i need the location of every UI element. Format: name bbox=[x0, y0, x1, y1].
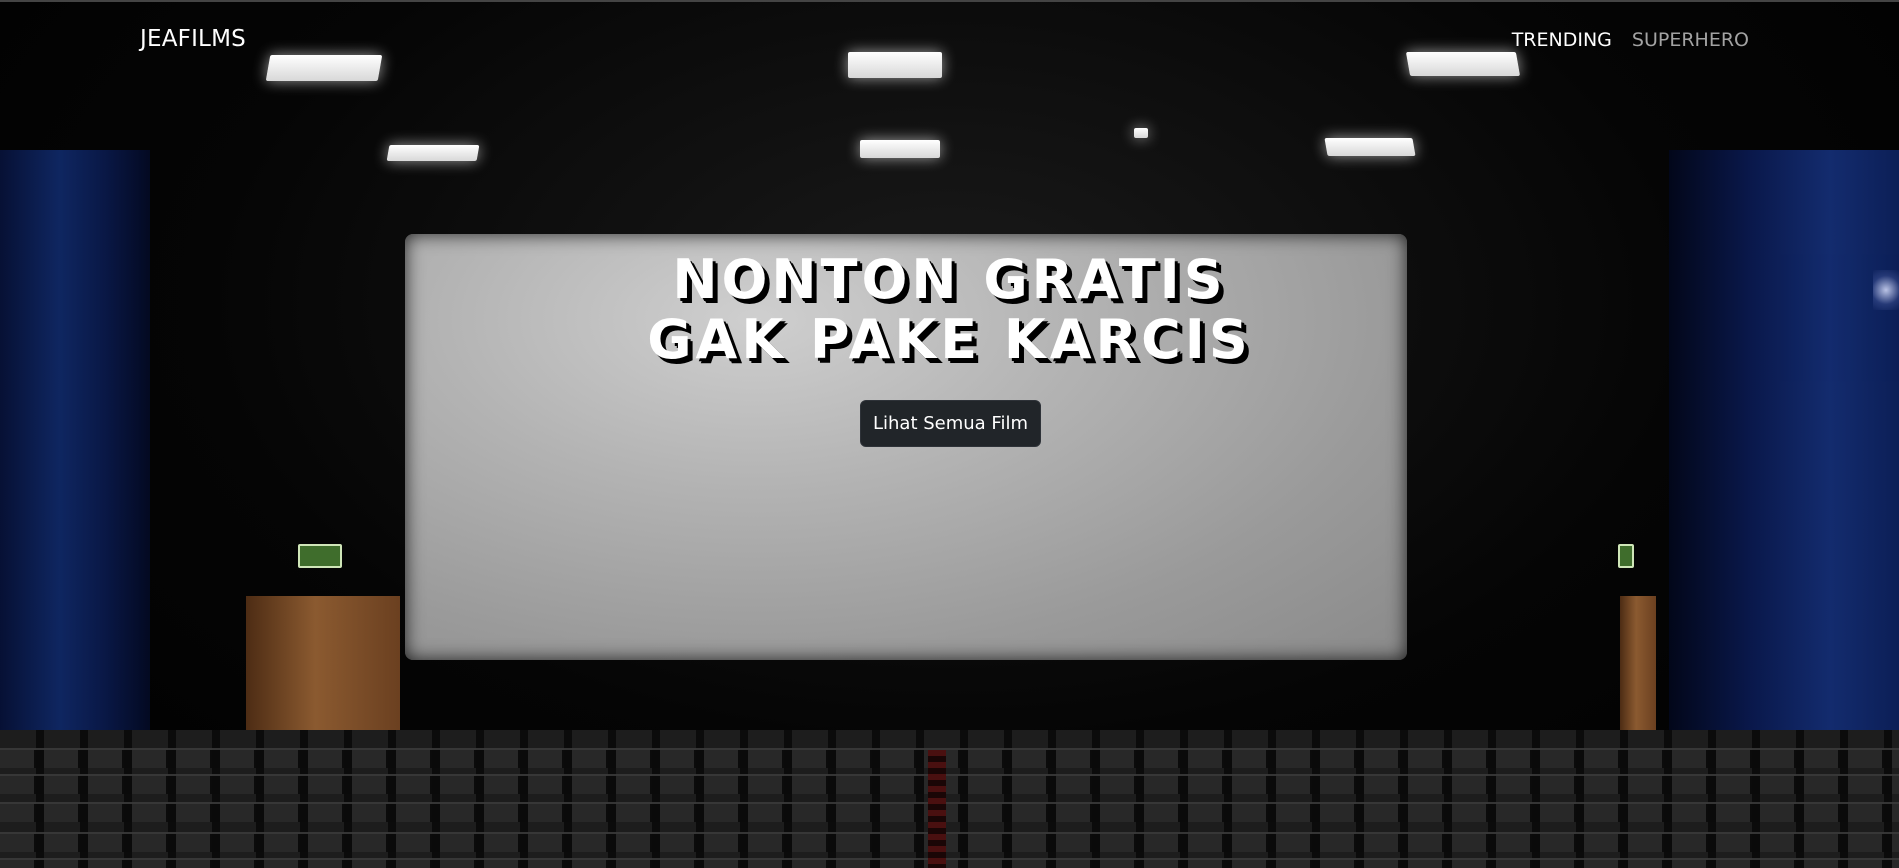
ceiling-light bbox=[860, 140, 940, 158]
hero-title-line-1: NONTON GRATIS bbox=[672, 248, 1227, 311]
ceiling-light bbox=[1134, 128, 1148, 138]
hero-section: JEAFILMS TRENDING SUPERHERO NONTON GRATI… bbox=[0, 0, 1899, 868]
brand-logo[interactable]: JEAFILMS bbox=[140, 26, 246, 52]
nav-link-trending[interactable]: TRENDING bbox=[1512, 29, 1612, 51]
nav-link-superhero[interactable]: SUPERHERO bbox=[1632, 29, 1749, 51]
door-right bbox=[1620, 596, 1656, 746]
curtain-left bbox=[0, 150, 150, 750]
aisle-lights bbox=[928, 750, 946, 868]
exit-sign-right bbox=[1618, 544, 1634, 568]
nav-links: TRENDING SUPERHERO bbox=[1512, 29, 1749, 51]
hero-title-line-2: GAK PAKE KARCIS bbox=[647, 308, 1252, 371]
curtain-right bbox=[1669, 150, 1899, 750]
cinema-seats bbox=[0, 730, 1899, 868]
hero-title: NONTON GRATIS GAK PAKE KARCIS bbox=[0, 250, 1899, 370]
navbar: JEAFILMS TRENDING SUPERHERO bbox=[0, 0, 1899, 78]
ceiling-light bbox=[1324, 138, 1416, 156]
exit-sign-left bbox=[298, 544, 342, 568]
ceiling-light bbox=[386, 145, 480, 161]
view-all-films-button[interactable]: Lihat Semua Film bbox=[860, 400, 1041, 447]
